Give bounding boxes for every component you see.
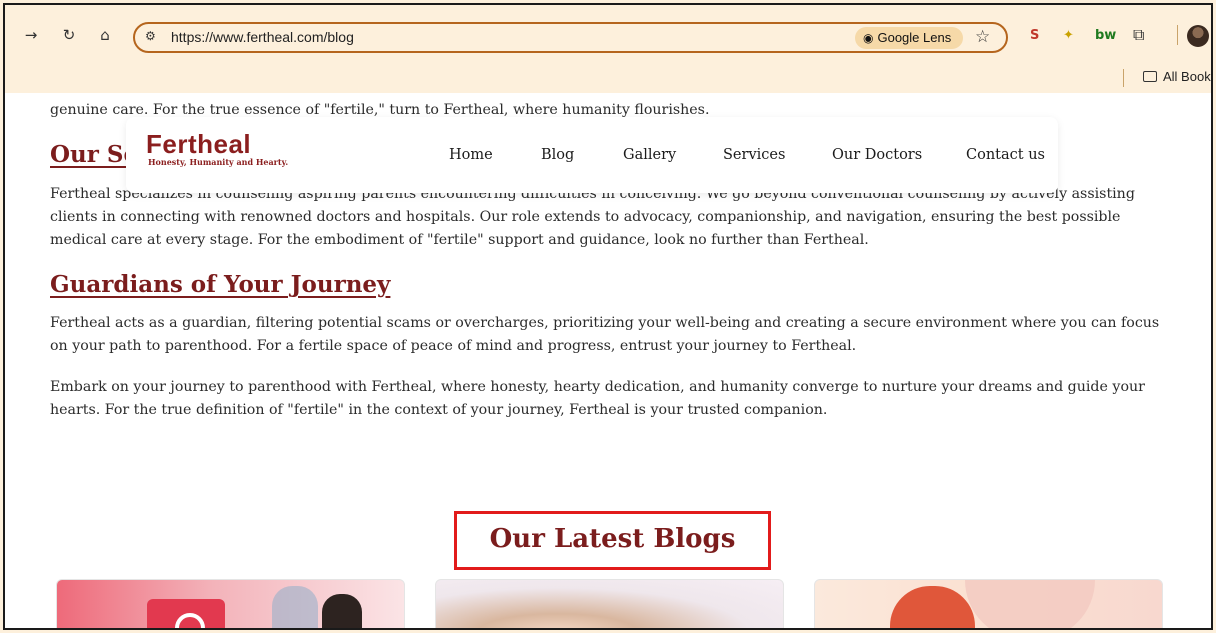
toolbar-divider	[1177, 25, 1178, 45]
location-pin-icon	[147, 599, 225, 628]
browser-window: → ↻ ⌂ ⚙ https://www.fertheal.com/blog ◉ G…	[3, 3, 1213, 630]
google-lens-label: Google Lens	[877, 30, 952, 45]
site-logo[interactable]: Fertheal Honesty, Humanity and Hearty.	[146, 131, 288, 167]
illustration-anatomy	[965, 580, 1095, 628]
forward-arrow-icon[interactable]: →	[21, 25, 41, 45]
services-paragraph: Fertheal specializes in counseling aspir…	[50, 186, 1135, 248]
nav-services[interactable]: Services	[723, 147, 785, 163]
all-bookmarks-button[interactable]: All Bookm	[1143, 69, 1211, 84]
nav-gallery[interactable]: Gallery	[623, 147, 676, 163]
site-info-icon[interactable]: ⚙	[145, 29, 156, 43]
illustration-figure	[322, 594, 362, 628]
blog-card-3[interactable]	[814, 579, 1163, 628]
profile-avatar[interactable]	[1187, 25, 1209, 47]
extension-s-icon[interactable]: S	[1030, 28, 1039, 43]
url-text[interactable]: https://www.fertheal.com/blog	[171, 29, 354, 45]
blog-card-1[interactable]	[56, 579, 405, 628]
reload-icon[interactable]: ↻	[59, 25, 79, 45]
latest-blogs-title: Our Latest Blogs	[489, 524, 736, 554]
browser-toolbar: → ↻ ⌂ ⚙ https://www.fertheal.com/blog ◉ G…	[5, 5, 1211, 63]
extension-honey-icon[interactable]: ✦	[1063, 28, 1074, 43]
address-bar[interactable]: ⚙ https://www.fertheal.com/blog ◉ Google …	[133, 22, 1008, 53]
nav-blog[interactable]: Blog	[541, 147, 574, 163]
latest-blogs-highlight: Our Latest Blogs	[454, 511, 771, 570]
section-heading-guardians: Guardians of Your Journey	[50, 271, 391, 298]
bookmarks-bar: All Bookm	[5, 63, 1211, 93]
logo-text: Fertheal	[146, 129, 252, 159]
embark-paragraph: Embark on your journey to parenthood wit…	[50, 379, 1145, 418]
google-lens-button[interactable]: ◉ Google Lens	[855, 27, 963, 49]
blog-card-2[interactable]	[435, 579, 784, 628]
illustration-figure	[272, 586, 318, 628]
section-heading-services: Our Se	[50, 141, 139, 168]
home-icon[interactable]: ⌂	[95, 25, 115, 45]
extensions-puzzle-icon[interactable]: ⧉	[1133, 25, 1144, 45]
site-header: Fertheal Honesty, Humanity and Hearty. H…	[126, 117, 1058, 193]
illustration-figure	[890, 586, 975, 628]
bookmark-star-icon[interactable]: ☆	[975, 27, 990, 47]
nav-our-doctors[interactable]: Our Doctors	[832, 147, 922, 163]
folder-icon	[1143, 71, 1157, 82]
logo-tagline: Honesty, Humanity and Hearty.	[148, 157, 289, 167]
nav-contact-us[interactable]: Contact us	[966, 147, 1045, 163]
nav-home[interactable]: Home	[449, 147, 493, 163]
bookmarks-divider	[1123, 69, 1124, 87]
lens-icon: ◉	[863, 31, 874, 45]
extension-bw-icon[interactable]: bw	[1095, 28, 1116, 43]
guardians-paragraph: Fertheal acts as a guardian, filtering p…	[50, 315, 1160, 354]
all-bookmarks-label: All Bookm	[1163, 69, 1211, 84]
